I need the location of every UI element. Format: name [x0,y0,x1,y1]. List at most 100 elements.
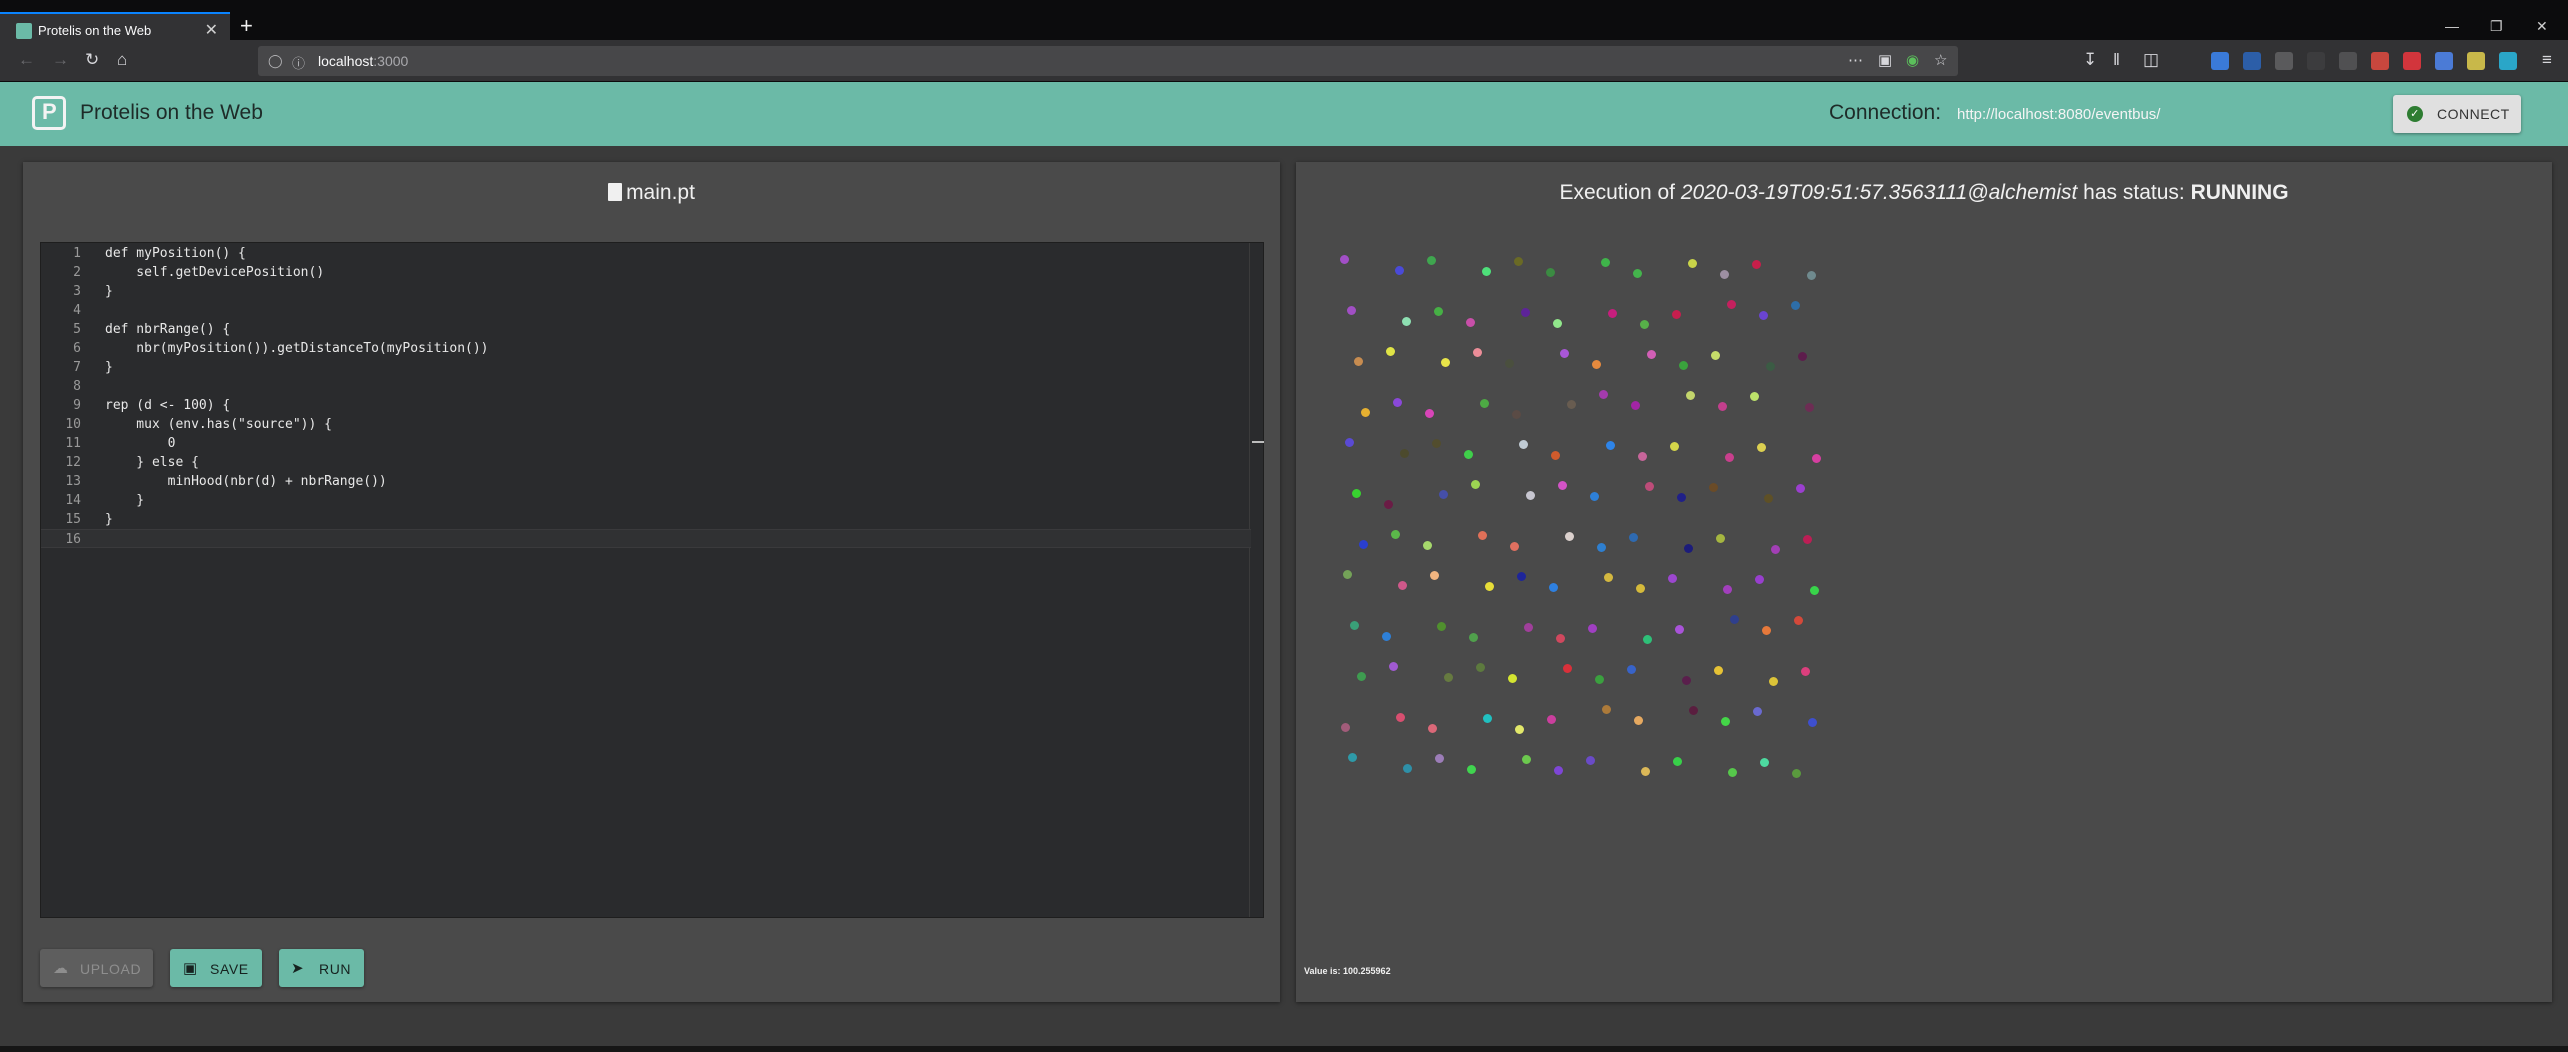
url-bar[interactable]: ◯ ⓘ localhost:3000 ⋯ ▣ ◉ ☆ [258,46,1958,76]
bookmark-star-icon[interactable]: ☆ [1934,51,1947,69]
code-line[interactable]: 4 [41,301,1251,320]
device-dot [1771,545,1780,554]
device-dot [1670,442,1679,451]
device-dot [1668,574,1677,583]
code-line[interactable]: 3} [41,282,1251,301]
connection-url-input[interactable] [1945,94,2365,134]
line-number: 6 [73,341,81,356]
device-dot [1638,452,1647,461]
library-icon[interactable]: ‖ [2113,50,2120,70]
menu-icon[interactable]: ≡ [2542,50,2552,70]
filename: main.pt [626,181,695,204]
code-line[interactable]: 7} [41,358,1251,377]
device-dot [1728,768,1737,777]
code-line[interactable]: 12 } else { [41,453,1251,472]
device-dot [1592,360,1601,369]
code-line[interactable]: 9 rep (d <- 100) { [41,396,1251,415]
browser-navbar: ← → ↻ ⌂ ◯ ⓘ localhost:3000 ⋯ ▣ ◉ ☆ ↧ ‖ ◫… [0,40,2568,82]
pocket-icon[interactable]: ▣ [1878,51,1892,69]
device-dot [1395,266,1404,275]
sidebar-icon[interactable]: ◫ [2143,50,2159,70]
extension-yellow-icon[interactable] [2467,52,2485,70]
value-readout: Value is: 100.255962 [1304,966,1391,976]
shield-icon[interactable]: ◯ [268,53,283,69]
device-dot [1601,258,1610,267]
connect-button[interactable]: ✓ CONNECT [2393,95,2521,133]
line-code: minHood(nbr(d) + nbrRange()) [105,474,387,489]
device-dot [1640,320,1649,329]
device-dot [1812,454,1821,463]
extension-globe-icon[interactable] [2435,52,2453,70]
new-tab-button[interactable]: + [240,15,253,37]
device-dot [1423,541,1432,550]
editor-panel: main.pt 1 def myPosition() {2 self.getDev… [23,162,1280,1002]
forward-icon[interactable]: → [52,50,69,70]
extension-puzzle-icon[interactable] [2243,52,2261,70]
editor-scrollbar[interactable] [1249,243,1264,917]
extension-blue-icon[interactable] [2211,52,2229,70]
line-code: } [105,284,113,299]
save-button[interactable]: ▣ SAVE [170,949,262,987]
code-line[interactable]: 14 } [41,491,1251,510]
close-window-icon[interactable]: ✕ [2536,18,2548,35]
device-dot [1588,624,1597,633]
line-number: 12 [65,455,81,470]
device-dot [1684,544,1693,553]
device-dot [1483,714,1492,723]
back-icon[interactable]: ← [18,50,35,70]
code-line[interactable]: 6 nbr(myPosition()).getDistanceTo(myPosi… [41,339,1251,358]
restore-window-icon[interactable]: ❐ [2490,18,2503,35]
extension-icon[interactable]: ◉ [1906,51,1919,69]
upload-button[interactable]: ☁ UPLOAD [40,949,153,987]
device-dot [1432,439,1441,448]
device-dot [1636,584,1645,593]
code-line[interactable]: 15} [41,510,1251,529]
code-line[interactable]: 16 [41,529,1251,548]
line-code: nbr(myPosition()).getDistanceTo(myPositi… [105,341,489,356]
info-icon[interactable]: ⓘ [292,53,305,72]
extension-slider-icon[interactable] [2339,52,2357,70]
code-line[interactable]: 10 mux (env.has("source")) { [41,415,1251,434]
line-code: } [105,360,113,375]
code-line[interactable]: 13 minHood(nbr(d) + nbrRange()) [41,472,1251,491]
downloads-icon[interactable]: ↧ [2083,50,2097,70]
device-dot [1709,483,1718,492]
device-dot [1803,535,1812,544]
device-dot [1347,306,1356,315]
url-text[interactable]: localhost:3000 [318,53,408,69]
reload-icon[interactable]: ↻ [85,50,99,70]
code-line[interactable]: 1 def myPosition() { [41,244,1251,263]
extension-dark-icon[interactable] [2307,52,2325,70]
save-button-label: SAVE [210,961,249,977]
home-icon[interactable]: ⌂ [117,50,127,70]
device-dot [1599,390,1608,399]
extension-gray-icon[interactable] [2275,52,2293,70]
line-number: 14 [65,493,81,508]
extension-red-icon[interactable] [2371,52,2389,70]
code-line[interactable]: 2 self.getDevicePosition() [41,263,1251,282]
device-dot [1435,754,1444,763]
app-logo-icon [32,96,66,130]
run-button[interactable]: ➤ RUN [279,949,364,987]
execution-panel: Execution of 2020-03-19T09:51:57.3563111… [1296,162,2552,1002]
extension-addon-icon[interactable] [2403,52,2421,70]
line-number: 8 [73,379,81,394]
extension-cyan-icon[interactable] [2499,52,2517,70]
device-dot [1791,301,1800,310]
minimize-window-icon[interactable]: — [2445,18,2459,34]
code-line[interactable]: 5 def nbrRange() { [41,320,1251,339]
code-line[interactable]: 11 0 [41,434,1251,453]
browser-tab-bar: Protelis on the Web ✕ + — ❐ ✕ [0,0,2568,46]
code-editor[interactable]: 1 def myPosition() {2 self.getDevicePosit… [40,242,1264,918]
line-code: def myPosition() { [105,246,246,261]
page-actions-icon[interactable]: ⋯ [1848,51,1863,69]
line-code: rep (d <- 100) { [105,398,231,413]
device-dot [1563,664,1572,673]
device-dot [1480,399,1489,408]
device-dot [1597,543,1606,552]
device-dot [1551,451,1560,460]
device-dot [1398,581,1407,590]
close-tab-icon[interactable]: ✕ [205,20,218,40]
device-dot [1393,398,1402,407]
code-line[interactable]: 8 [41,377,1251,396]
